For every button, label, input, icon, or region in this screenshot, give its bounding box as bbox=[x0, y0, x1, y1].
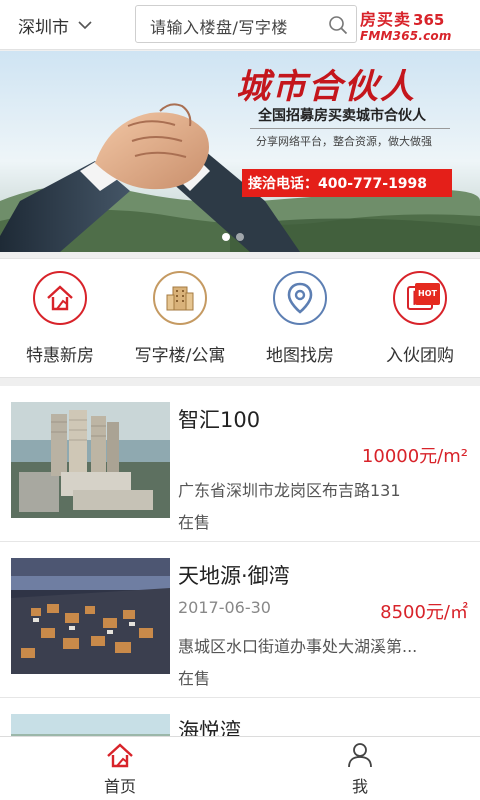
group-buy-icon: 团 HOT bbox=[393, 271, 447, 325]
property-thumbnail bbox=[11, 558, 170, 674]
category-label: 地图找房 bbox=[266, 346, 334, 366]
banner-divider bbox=[250, 128, 450, 129]
property-date: 2017-06-30 bbox=[178, 598, 271, 617]
list-item[interactable]: 天地源·御湾 2017-06-30 8500元/㎡ 惠城区水口街道办事处大湖溪第… bbox=[0, 542, 480, 698]
search-icon[interactable] bbox=[328, 15, 348, 35]
tab-label: 首页 bbox=[103, 777, 136, 796]
category-label: 特惠新房 bbox=[26, 346, 94, 366]
city-selector[interactable]: 深圳市 bbox=[18, 8, 136, 42]
map-pin-icon bbox=[273, 271, 327, 325]
category-label: 入伙团购 bbox=[386, 346, 454, 366]
house-icon bbox=[33, 271, 87, 325]
search-input[interactable]: 请输入楼盘/写字楼 bbox=[135, 5, 357, 43]
category-office[interactable]: 写字楼/公寓 bbox=[120, 271, 240, 371]
category-map-search[interactable]: 地图找房 bbox=[240, 271, 360, 371]
banner-title: 城市合伙人 bbox=[236, 67, 416, 107]
property-status: 在售 bbox=[178, 513, 211, 532]
category-group-buy[interactable]: 团 HOT 入伙团购 bbox=[360, 271, 480, 371]
office-building-icon bbox=[153, 271, 207, 325]
category-shortcuts: 特惠新房 写字楼/公寓 地图找房 HOT 入伙团购 bbox=[0, 258, 480, 378]
logo-domain: FMM365.com bbox=[360, 29, 452, 43]
property-name: 天地源·御湾 bbox=[178, 564, 290, 588]
top-bar: 深圳市 请输入楼盘/写字楼 房买卖 365 FMM365.com bbox=[0, 0, 480, 50]
app-screen: 深圳市 请输入楼盘/写字楼 房买卖 365 FMM365.com 城市合伙人 全… bbox=[0, 0, 480, 800]
carousel-dot[interactable] bbox=[236, 233, 244, 241]
property-price: 10000元/m² bbox=[361, 446, 468, 467]
property-name: 智汇100 bbox=[178, 408, 261, 432]
logo-chinese: 房买卖 bbox=[360, 10, 412, 29]
tab-home[interactable]: 首页 bbox=[0, 737, 240, 800]
property-status: 在售 bbox=[178, 669, 211, 688]
banner-subtitle: 全国招募房买卖城市合伙人 bbox=[258, 108, 426, 124]
list-item[interactable]: 海悦湾 bbox=[0, 698, 480, 736]
category-new-homes[interactable]: 特惠新房 bbox=[0, 271, 120, 371]
banner-phone: 接洽电话：400-777-1998 bbox=[242, 169, 452, 197]
property-name: 海悦湾 bbox=[178, 719, 241, 736]
list-item[interactable]: 智汇100 10000元/m² 广东省深圳市龙岗区布吉路131 在售 bbox=[0, 386, 480, 542]
category-label: 写字楼/公寓 bbox=[134, 346, 226, 366]
logo-number: 365 bbox=[413, 11, 445, 29]
carousel-dot[interactable] bbox=[222, 233, 230, 241]
brand-logo: 房买卖 365 FMM365.com bbox=[360, 6, 472, 44]
hot-badge: HOT bbox=[415, 283, 440, 305]
carousel-indicator bbox=[222, 233, 244, 241]
property-thumbnail bbox=[11, 402, 170, 518]
tab-label: 我 bbox=[351, 777, 368, 796]
search-placeholder: 请输入楼盘/写字楼 bbox=[150, 18, 288, 37]
tab-me[interactable]: 我 bbox=[240, 737, 480, 800]
promo-banner[interactable]: 城市合伙人 全国招募房买卖城市合伙人 分享网络平台，整合资源，做大做强 接洽电话… bbox=[0, 51, 480, 252]
property-price: 8500元/㎡ bbox=[380, 602, 468, 623]
bottom-tab-bar: 首页 我 bbox=[0, 736, 480, 800]
property-address: 广东省深圳市龙岗区布吉路131 bbox=[178, 481, 401, 500]
property-thumbnail bbox=[11, 714, 170, 736]
user-icon bbox=[348, 743, 372, 768]
city-label: 深圳市 bbox=[18, 17, 69, 38]
home-icon bbox=[107, 743, 133, 768]
chevron-down-icon bbox=[78, 21, 92, 30]
property-address: 惠城区水口街道办事处大湖溪第... bbox=[178, 637, 418, 656]
property-list: 智汇100 10000元/m² 广东省深圳市龙岗区布吉路131 在售 天地源·御… bbox=[0, 386, 480, 736]
banner-tagline: 分享网络平台，整合资源，做大做强 bbox=[256, 135, 432, 148]
